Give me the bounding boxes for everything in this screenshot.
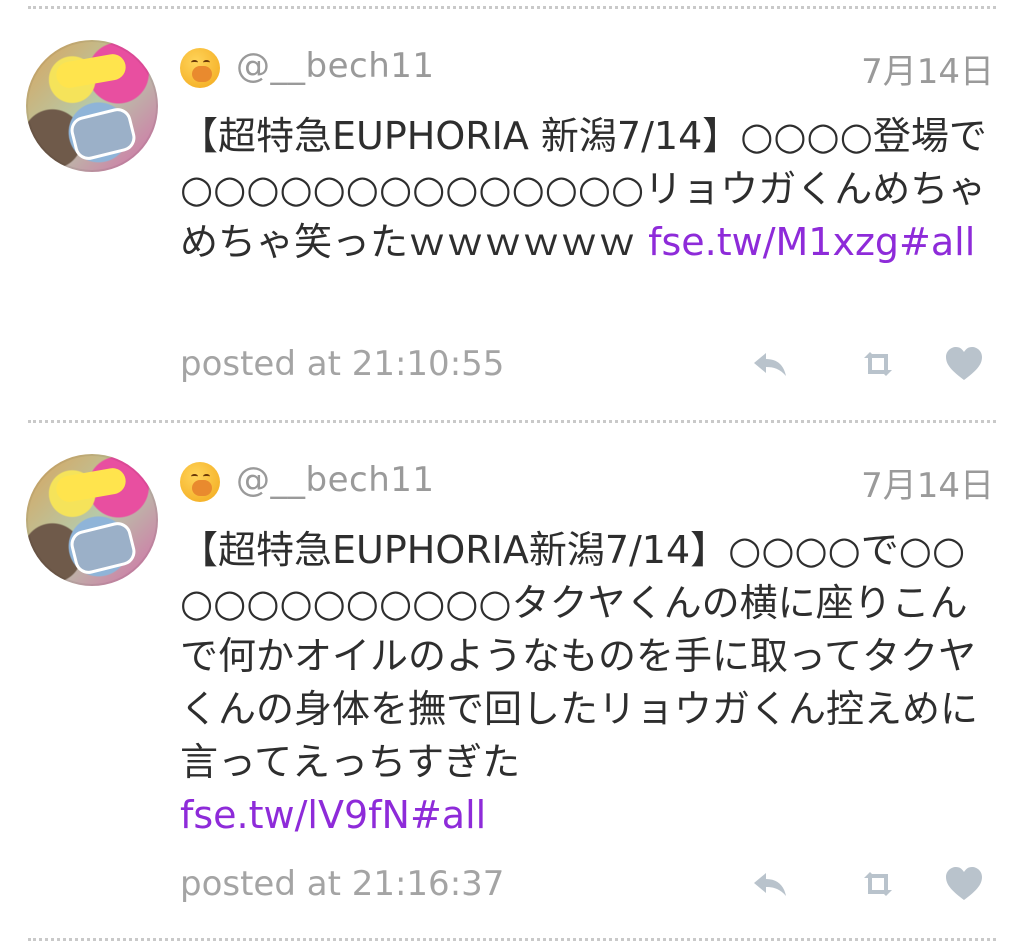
divider-bottom	[28, 938, 996, 941]
tweet-link[interactable]: fse.tw/lV9fN#all	[180, 793, 486, 837]
user-handle[interactable]: @__bech11	[236, 46, 435, 86]
tweet-footer: posted at 21:10:55	[180, 340, 994, 390]
face-with-hand-over-mouth-icon	[180, 462, 220, 502]
reply-icon[interactable]	[750, 344, 794, 384]
retweet-icon[interactable]	[856, 344, 900, 384]
divider-middle	[28, 420, 996, 423]
tweet-date[interactable]: 7月14日	[861, 458, 994, 507]
tweet-text-content: 【超特急EUPHORIA新潟7/14】○○○○で○○○○○○○○○○○○タクヤく…	[180, 528, 979, 784]
face-with-hand-over-mouth-icon	[180, 48, 220, 88]
avatar[interactable]	[26, 40, 158, 172]
user-handle[interactable]: @__bech11	[236, 460, 435, 500]
reply-icon[interactable]	[750, 864, 794, 904]
tweet-text: 【超特急EUPHORIA新潟7/14】○○○○で○○○○○○○○○○○○タクヤく…	[180, 524, 998, 842]
divider-top	[28, 6, 996, 9]
retweet-icon[interactable]	[856, 864, 900, 904]
avatar[interactable]	[26, 454, 158, 586]
tweet-date[interactable]: 7月14日	[861, 44, 994, 93]
posted-timestamp: posted at 21:16:37	[180, 864, 505, 904]
tweet-text: 【超特急EUPHORIA 新潟7/14】○○○○登場で○○○○○○○○○○○○○…	[180, 110, 998, 269]
heart-icon[interactable]	[942, 864, 986, 904]
tweet-link[interactable]: fse.tw/M1xzg#all	[648, 220, 975, 264]
heart-icon[interactable]	[942, 344, 986, 384]
posted-timestamp: posted at 21:10:55	[180, 344, 505, 384]
tweet-header: @__bech11 7月14日	[180, 44, 994, 92]
tweet-header: @__bech11 7月14日	[180, 458, 994, 506]
tweet-footer: posted at 21:16:37	[180, 860, 994, 910]
